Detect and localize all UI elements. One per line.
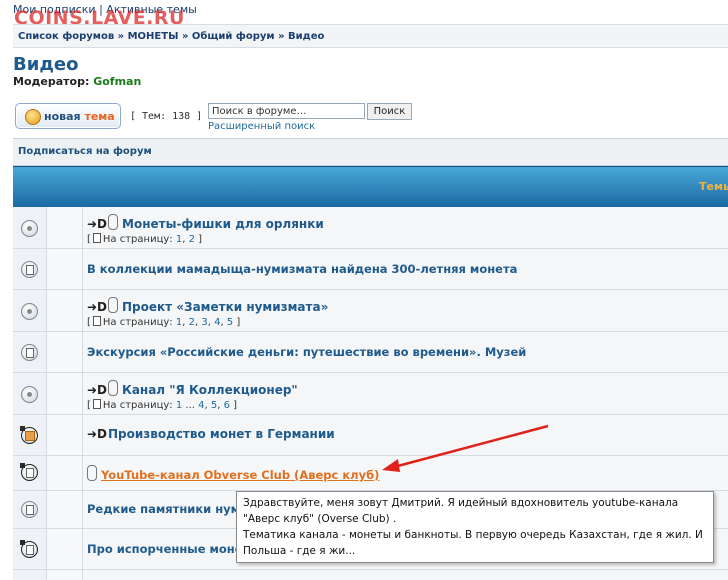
pages-label: На страницу: [102,400,173,411]
topic-row: ➜D Монеты-фишки для орлянки [На страницу:… [13,207,728,249]
topic-status-icon [21,220,38,237]
breadcrumb-general-forum[interactable]: Общий форум [192,31,275,42]
page-link[interactable]: 1 [176,234,182,245]
topic-row: Экскурсия «Российские деньги: путешестви… [13,332,728,373]
breadcrumb-video[interactable]: Видео [288,31,324,42]
topic-title-wrap: YouTube-канал Obverse Club (Аверс клуб) [87,465,379,482]
paperclip-icon [108,297,119,313]
breadcrumb-coins[interactable]: МОНЕТЫ [128,31,179,42]
topic-row: ➜DПроизводство монет в Германии [13,415,728,456]
subscribe-bar: Подписаться на форум [13,138,728,166]
breadcrumb-sep: » [278,31,285,42]
tooltip-line: Польша - где я жи... [243,545,356,557]
pages-label: На страницу: [102,234,173,245]
topic-pages: [На страницу: 1, 2 ] [87,233,203,245]
new-topic-word2: тема [84,110,115,123]
topic-status-icon [21,303,38,320]
hot-topic-status-icon [20,426,38,444]
breadcrumb: Список форумов » МОНЕТЫ » Общий форум » … [13,24,728,48]
topic-title-wrap: ➜D Канал "Я Коллекционер" [87,380,298,397]
page-link[interactable]: 5 [227,317,233,328]
page-link[interactable]: 1 [176,400,182,411]
breadcrumb-sep: » [181,31,189,42]
paperclip-icon [108,214,119,230]
breadcrumb-forum-list[interactable]: Список форумов [18,31,114,42]
topic-title-link[interactable]: YouTube-канал Obverse Club (Аверс клуб) [101,468,379,482]
topic-row: ➜D Канал "Я Коллекционер" [На страницу: 1… [13,373,728,415]
topic-markers: ➜D [87,217,108,231]
page-title: Видео [13,54,79,75]
page-link[interactable]: 2 [189,317,195,328]
pages-icon [92,316,101,326]
page-link[interactable]: 4 [198,400,204,411]
page-link[interactable]: 6 [224,400,230,411]
top-bar: Мои подписки | Активные темы COINS.LAVE.… [0,0,728,29]
page-link[interactable]: 4 [214,317,220,328]
breadcrumb-sep: » [117,31,125,42]
moderator-name[interactable]: Gofman [93,75,141,88]
pages-icon [92,233,101,243]
topic-title-link[interactable]: Канал "Я Коллекционер" [122,383,298,397]
new-topic-label: новая тема [44,110,115,123]
advanced-search-link[interactable]: Расширенный поиск [208,121,315,132]
topic-row: ➜D Проект «Заметки нумизмата» [На страниц… [13,290,728,332]
topic-title-link[interactable]: Экскурсия «Российские деньги: путешестви… [87,345,526,359]
topic-title-wrap: ➜D Монеты-фишки для орлянки [87,214,324,231]
subscribe-forum-link[interactable]: Подписаться на форум [18,146,152,157]
new-topic-word1: новая [44,110,81,123]
new-topic-icon [25,109,41,125]
topic-row: В коллекции мамадыща-нумизмата найдена 3… [13,249,728,290]
topic-markers: ➜D [87,300,108,314]
new-topic-button[interactable]: новая тема [15,103,121,129]
topic-status-icon [21,501,38,518]
topic-status-icon [21,386,38,403]
topic-count: [ Тем: 138 ] [130,111,203,122]
topics-table-header: Темы [13,166,728,207]
topic-title-link[interactable]: Производство монет в Германии [108,427,335,441]
paperclip-icon [108,380,119,396]
topic-status-icon [21,261,38,278]
topic-title-link[interactable]: В коллекции мамадыща-нумизмата найдена 3… [87,262,517,276]
topic-row: YouTube-канал Obverse Club (Аверс клуб) [13,456,728,491]
topic-status-icon [20,463,38,481]
topic-title-link[interactable]: Проект «Заметки нумизмата» [122,300,328,314]
topic-markers: ➜D [87,383,108,397]
paperclip-icon [87,465,97,481]
tooltip-line: Тематика канала - монеты и банкноты. В п… [243,529,703,541]
topic-title-wrap: ➜D Проект «Заметки нумизмата» [87,297,328,314]
tooltip-line: "Аверс клуб" (Overse Club) . [243,513,397,525]
topic-pages: [На страницу: 1, 2, 3, 4, 5 ] [87,316,241,328]
page-link[interactable]: 2 [189,234,195,245]
moderator-line: Модератор: Gofman [13,75,141,88]
pages-label: На страницу: [102,317,173,328]
topic-title-link[interactable]: Про испорченные монеты [87,542,260,556]
topic-preview-tooltip: Здравствуйте, меня зовут Дмитрий. Я идей… [236,491,714,563]
pages-icon [92,399,101,409]
topic-pages: [На страницу: 1 ... 4, 5, 6 ] [87,399,238,411]
search-button[interactable]: Поиск [367,103,412,120]
page-link[interactable]: 1 [176,317,182,328]
tooltip-line: Здравствуйте, меня зовут Дмитрий. Я идей… [243,497,679,509]
moderator-label: Модератор: [13,75,90,88]
topic-status-icon [21,344,38,361]
topics-column-header: Темы [699,180,728,193]
topic-row [13,570,728,580]
topic-title-link[interactable]: Монеты-фишки для орлянки [122,217,324,231]
page-link[interactable]: 3 [201,317,207,328]
forum-search-input[interactable]: Поиск в форуме… [208,103,365,119]
topic-status-icon [20,540,38,558]
topic-title-wrap: ➜DПроизводство монет в Германии [87,427,335,441]
topic-markers: ➜D [87,427,108,441]
pages-ellipsis: ... [185,400,195,411]
page-link[interactable]: 5 [211,400,217,411]
